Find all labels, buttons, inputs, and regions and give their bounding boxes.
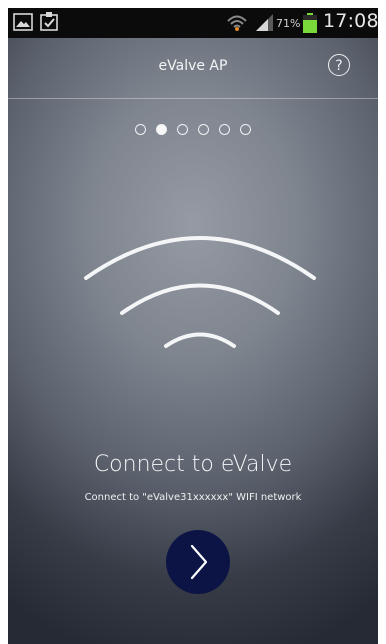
page-dot	[156, 124, 167, 135]
status-clock: 17:08	[323, 10, 378, 32]
app-screen: 71% 17:08 eValve AP ? Connect to eValve …	[8, 8, 378, 644]
wifi-icon	[227, 15, 247, 31]
battery-icon	[303, 13, 317, 33]
status-bar: 71% 17:08	[8, 8, 378, 38]
page-indicator	[135, 124, 265, 138]
help-button[interactable]: ?	[328, 54, 350, 76]
app-header: eValve AP ?	[8, 38, 378, 99]
signal-icon	[256, 14, 273, 31]
gallery-icon	[13, 13, 33, 31]
wifi-illustration-icon	[84, 236, 316, 348]
page-dot	[198, 124, 209, 135]
page-dot	[219, 124, 230, 135]
connect-subtitle: Connect to "eValve31xxxxxx" WIFI network	[84, 492, 302, 503]
clipboard-icon	[40, 12, 58, 31]
page-title: eValve AP	[158, 58, 228, 74]
page-dot	[177, 124, 188, 135]
battery-percentage: 71%	[276, 17, 301, 30]
page-dot	[240, 124, 251, 135]
connect-title: Connect to eValve	[93, 452, 293, 477]
next-button[interactable]	[166, 530, 230, 594]
chevron-right-icon	[190, 544, 208, 580]
page-dot	[135, 124, 146, 135]
